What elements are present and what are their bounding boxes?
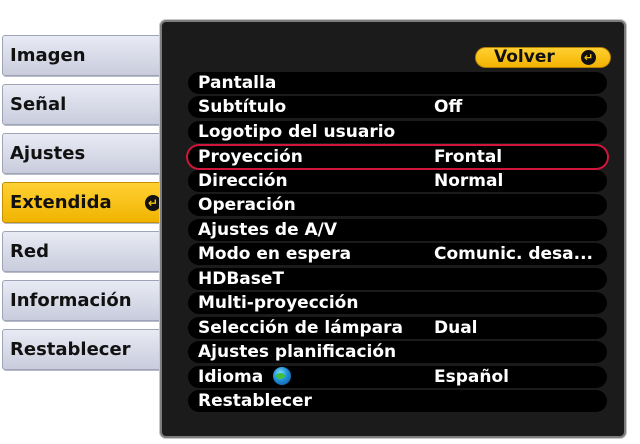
menu-item-label: Subtítulo	[198, 97, 287, 117]
menu-item-restablecer[interactable]: Restablecer	[188, 390, 607, 412]
menu-item-value: Español	[434, 367, 509, 387]
menu-item-label: Dirección	[198, 171, 288, 191]
tab-label: Extendida	[10, 192, 112, 213]
tab-imagen[interactable]: Imagen	[2, 35, 170, 76]
menu-item-label: Idioma	[198, 367, 264, 387]
back-button[interactable]: Volver ↵	[475, 47, 611, 68]
menu-item-value: Comunic. desa...	[434, 244, 594, 264]
globe-icon	[273, 367, 292, 385]
tab-label: Restablecer	[10, 339, 131, 360]
back-button-label: Volver	[494, 47, 555, 67]
menu-item-modo-espera[interactable]: Modo en espera Comunic. desa...	[188, 243, 607, 265]
menu-item-label: Selección de lámpara	[198, 318, 403, 338]
menu-item-label: Operación	[198, 195, 296, 215]
tab-label: Ajustes	[10, 143, 86, 164]
enter-icon: ↵	[145, 195, 161, 211]
menu-item-proyeccion[interactable]: Proyección Frontal	[188, 146, 607, 168]
tab-extendida[interactable]: Extendida ↵	[2, 182, 170, 223]
menu-item-seleccion-lampara[interactable]: Selección de lámpara Dual	[188, 317, 607, 339]
menu-item-label: Proyección	[198, 147, 303, 167]
menu-item-label: Restablecer	[198, 391, 312, 411]
tab-label: Señal	[10, 94, 67, 115]
menu-item-label: Logotipo del usuario	[198, 122, 396, 142]
menu-item-value: Off	[434, 97, 463, 117]
tab-informacion[interactable]: Información	[2, 280, 170, 321]
menu-item-label: HDBaseT	[198, 269, 285, 289]
tab-restablecer[interactable]: Restablecer	[2, 329, 170, 370]
menu-item-subtitulo[interactable]: Subtítulo Off	[188, 96, 607, 118]
menu-item-label: Pantalla	[198, 73, 277, 93]
menu-item-ajustes-av[interactable]: Ajustes de A/V	[188, 219, 607, 241]
tab-senal[interactable]: Señal	[2, 84, 170, 125]
submenu-panel: Volver ↵ Pantalla Subtítulo Off Logotipo…	[160, 20, 626, 438]
menu-item-direccion[interactable]: Dirección Normal	[188, 170, 607, 192]
menu-item-logotipo[interactable]: Logotipo del usuario	[188, 121, 607, 143]
tab-label: Información	[10, 290, 132, 311]
menu-item-value: Normal	[434, 171, 504, 191]
enter-icon: ↵	[581, 50, 596, 65]
menu-item-operacion[interactable]: Operación	[188, 194, 607, 216]
menu-item-value: Dual	[434, 318, 478, 338]
menu-item-multi-proyeccion[interactable]: Multi-proyección	[188, 292, 607, 314]
menu-item-value: Frontal	[434, 147, 503, 167]
menu-item-label: Ajustes planificación	[198, 342, 397, 362]
menu-item-label: Ajustes de A/V	[198, 220, 338, 240]
menu-item-label: Multi-proyección	[198, 293, 359, 313]
menu-item-pantalla[interactable]: Pantalla	[188, 72, 607, 94]
tab-label: Red	[10, 241, 49, 262]
menu-item-ajustes-planificacion[interactable]: Ajustes planificación	[188, 341, 607, 363]
tab-label: Imagen	[10, 45, 86, 66]
menu-item-idioma[interactable]: Idioma Español	[188, 366, 607, 388]
tab-ajustes[interactable]: Ajustes	[2, 133, 170, 174]
tab-red[interactable]: Red	[2, 231, 170, 272]
menu-item-label: Modo en espera	[198, 244, 352, 264]
menu-item-hdbaset[interactable]: HDBaseT	[188, 268, 607, 290]
menu-item-label-group: Idioma	[198, 366, 292, 388]
